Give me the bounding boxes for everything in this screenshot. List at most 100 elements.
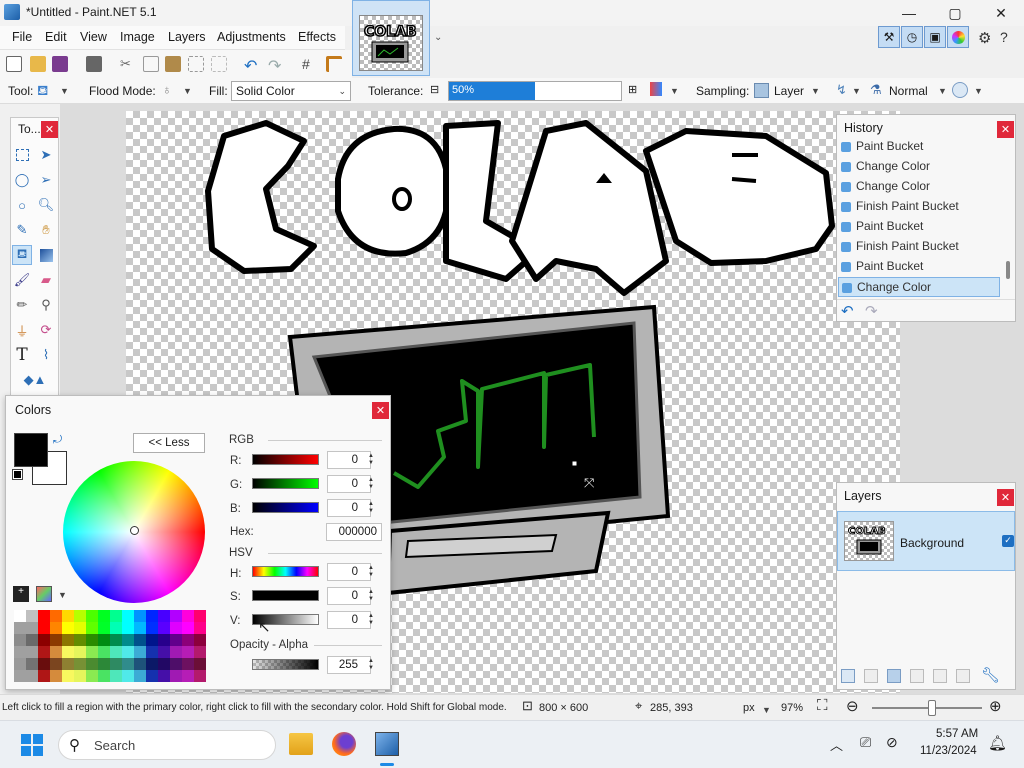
palette-swatch[interactable]	[74, 670, 86, 682]
palette-swatch[interactable]	[122, 670, 134, 682]
palette-swatch[interactable]	[86, 670, 98, 682]
history-item[interactable]: Paint Bucket	[838, 257, 1000, 277]
zoom-slider-thumb[interactable]	[928, 700, 937, 716]
layer-visibility-checkbox[interactable]: ✓	[1002, 535, 1014, 547]
redo-icon[interactable]: ↷	[268, 56, 284, 75]
palette-swatch[interactable]	[74, 646, 86, 658]
swap-colors-icon[interactable]: ⤾	[53, 434, 62, 447]
palette-swatch[interactable]	[170, 670, 182, 682]
palette-swatch[interactable]	[50, 658, 62, 670]
palette-swatch[interactable]	[98, 658, 110, 670]
palette-swatch[interactable]	[110, 658, 122, 670]
alpha-slider[interactable]	[252, 659, 319, 670]
palette-swatch[interactable]	[182, 622, 194, 634]
palette-swatch[interactable]	[182, 646, 194, 658]
red-slider[interactable]	[252, 454, 319, 465]
green-input[interactable]: 0	[327, 475, 371, 493]
sampling-caret[interactable]: ▼	[811, 86, 820, 96]
history-item[interactable]: Change Color	[838, 277, 1000, 297]
palette-swatch[interactable]	[158, 646, 170, 658]
palette-swatch[interactable]	[170, 634, 182, 646]
antialiasing-caret[interactable]: ▼	[670, 86, 679, 96]
palette-menu-icon[interactable]	[36, 586, 52, 602]
less-button[interactable]: << Less	[133, 433, 205, 453]
move-selection-icon[interactable]: ➤	[36, 145, 56, 165]
magic-wand-icon[interactable]: ✎	[12, 220, 32, 240]
palette-swatch[interactable]	[14, 634, 26, 646]
palette-swatch[interactable]	[74, 622, 86, 634]
palette-swatch[interactable]	[86, 658, 98, 670]
palette-swatch[interactable]	[170, 646, 182, 658]
image-tab[interactable]: COLAB	[352, 0, 430, 76]
zoom-icon[interactable]: 🔍︎	[36, 195, 56, 215]
palette-swatch[interactable]	[146, 658, 158, 670]
tolerance-slider[interactable]: 50%	[448, 81, 622, 101]
palette-swatch[interactable]	[14, 658, 26, 670]
palette-swatch[interactable]	[194, 646, 206, 658]
rectangle-select-icon[interactable]	[12, 145, 32, 165]
crop-to-selection-icon[interactable]	[188, 56, 204, 72]
paint-bucket-icon[interactable]: ⛾	[12, 245, 32, 265]
history-item[interactable]: Paint Bucket	[838, 137, 1000, 157]
fill-select[interactable]: Solid Color ⌄	[231, 81, 351, 101]
palette-swatch[interactable]	[38, 622, 50, 634]
add-to-palette-icon[interactable]: +	[13, 586, 29, 602]
palette-swatch[interactable]	[38, 658, 50, 670]
palette-swatch[interactable]	[158, 622, 170, 634]
zoom-slider-track[interactable]	[872, 707, 982, 709]
palette-swatch[interactable]	[98, 634, 110, 646]
palette-swatch[interactable]	[146, 622, 158, 634]
palette-swatch[interactable]	[170, 610, 182, 622]
file-explorer-icon[interactable]	[289, 733, 313, 755]
add-layer-icon[interactable]	[841, 669, 855, 683]
colors-window-toggle[interactable]	[947, 26, 969, 48]
blue-spinner[interactable]: ▲ ▼	[368, 501, 374, 515]
palette-swatch[interactable]	[182, 610, 194, 622]
primary-color-swatch[interactable]	[14, 433, 48, 467]
palette-swatch[interactable]	[122, 622, 134, 634]
color-palette[interactable]	[14, 610, 206, 682]
value-spinner[interactable]: ▲ ▼	[368, 613, 374, 627]
palette-swatch[interactable]	[134, 622, 146, 634]
paint-bucket-icon[interactable]: ⛾	[37, 82, 48, 101]
palette-swatch[interactable]	[182, 634, 194, 646]
menu-layers[interactable]: Layers	[168, 30, 206, 44]
palette-swatch[interactable]	[98, 610, 110, 622]
palette-swatch[interactable]	[74, 610, 86, 622]
menu-edit[interactable]: Edit	[45, 30, 67, 44]
palette-swatch[interactable]	[26, 634, 38, 646]
tolerance-increase-button[interactable]: ⊞	[628, 83, 637, 96]
tool-dropdown-caret[interactable]: ▼	[60, 86, 69, 96]
palette-swatch[interactable]	[38, 634, 50, 646]
blue-input[interactable]: 0	[327, 499, 371, 517]
layers-panel-close-button[interactable]: ✕	[997, 489, 1014, 506]
clock-time[interactable]: 5:57 AM	[936, 728, 978, 740]
palette-swatch[interactable]	[62, 634, 74, 646]
delete-layer-icon[interactable]	[864, 669, 878, 683]
palette-swatch[interactable]	[146, 670, 158, 682]
layer-item-background[interactable]: COLAB Background ✓	[837, 511, 1015, 571]
palette-swatch[interactable]	[86, 622, 98, 634]
windows-start-icon[interactable]	[21, 734, 43, 756]
palette-swatch[interactable]	[86, 646, 98, 658]
palette-swatch[interactable]	[26, 622, 38, 634]
palette-swatch[interactable]	[122, 634, 134, 646]
palette-swatch[interactable]	[170, 622, 182, 634]
grid-icon[interactable]: #	[302, 56, 318, 72]
history-redo-icon[interactable]: ↷	[865, 302, 878, 320]
menu-adjustments[interactable]: Adjustments	[217, 30, 286, 44]
print-icon[interactable]	[86, 56, 102, 72]
selection-mode-icon[interactable]	[952, 82, 968, 98]
reset-colors-icon[interactable]	[12, 469, 23, 480]
flask-icon[interactable]: ⚗	[870, 82, 882, 98]
history-item[interactable]: Finish Paint Bucket	[838, 197, 1000, 217]
volume-muted-icon[interactable]: ⊘	[886, 734, 898, 751]
new-image-icon[interactable]	[6, 56, 22, 72]
alpha-spinner[interactable]: ▲ ▼	[368, 658, 374, 672]
palette-swatch[interactable]	[26, 610, 38, 622]
palette-swatch[interactable]	[14, 610, 26, 622]
layer-properties-wrench-icon[interactable]: 🔧︎	[981, 666, 1000, 684]
palette-swatch[interactable]	[86, 634, 98, 646]
pan-icon[interactable]: ✋︎	[36, 220, 56, 240]
palette-swatch[interactable]	[50, 646, 62, 658]
